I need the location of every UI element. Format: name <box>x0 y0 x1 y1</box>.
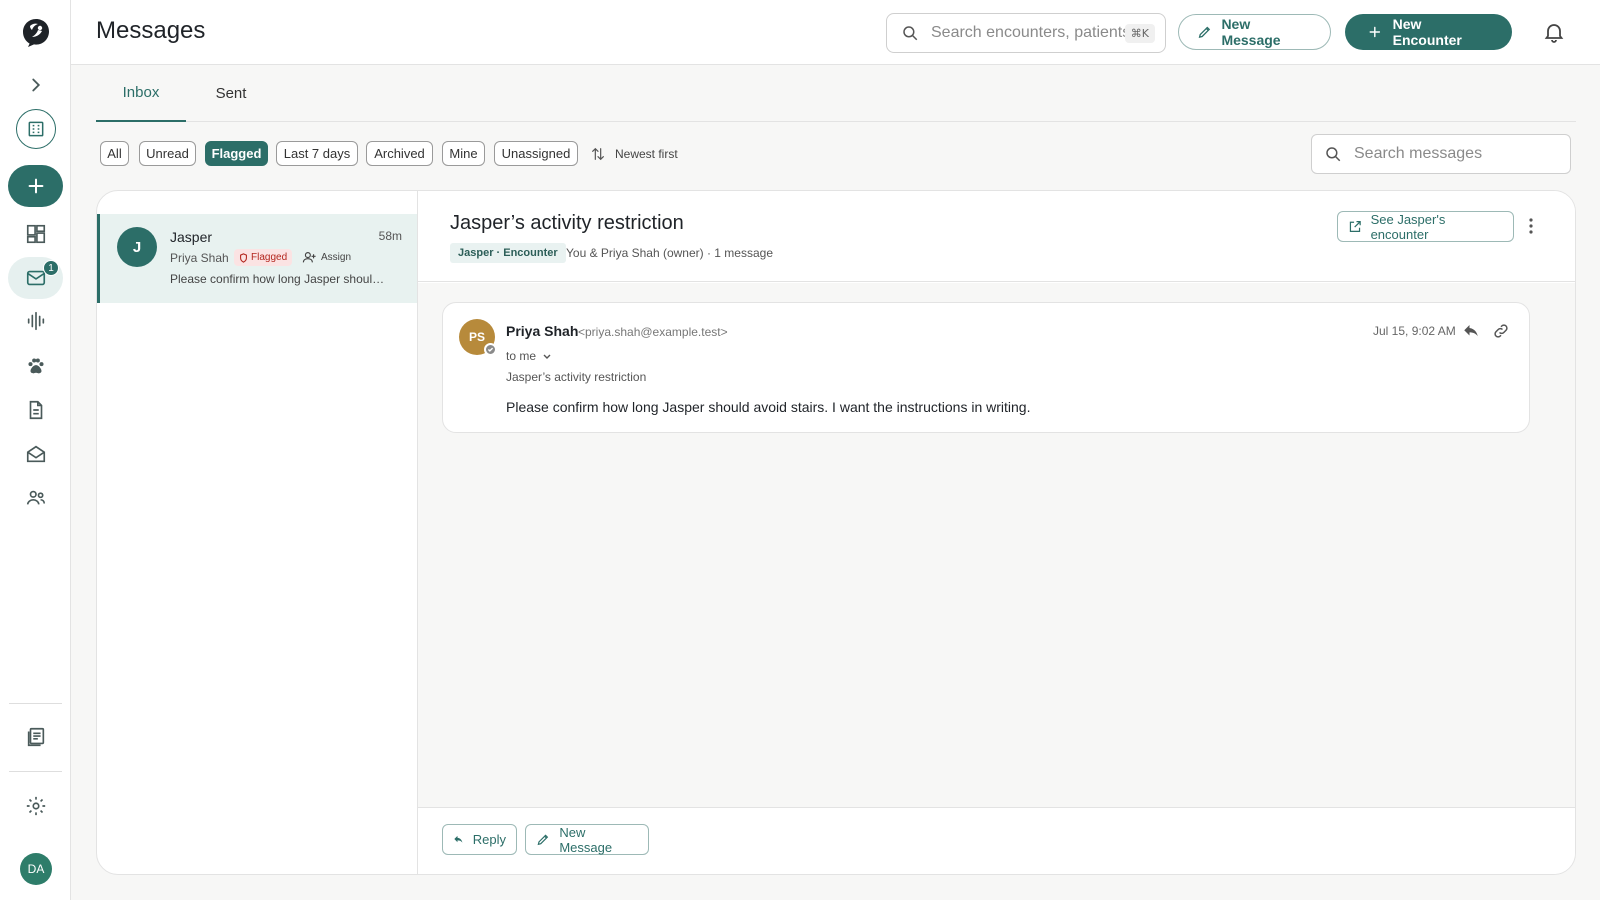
messages-panel: J Jasper 58m Priya Shah Flagged Assign P… <box>96 190 1576 875</box>
thread-meta: You & Priya Shah (owner) · 1 message <box>566 246 773 260</box>
conversation-preview: Please confirm how long Jasper should av… <box>170 272 390 286</box>
thread-body: PS Priya Shah <priya.shah@example.test> … <box>418 283 1575 807</box>
reply-button[interactable]: Reply <box>442 824 517 855</box>
sender-name: Priya Shah <box>506 323 579 339</box>
global-search[interactable]: ⌘K <box>886 13 1166 53</box>
shield-icon <box>240 252 247 263</box>
reply-icon[interactable] <box>1462 322 1480 340</box>
sidebar-divider <box>9 703 62 704</box>
new-encounter-button[interactable]: New Encounter <box>1345 14 1512 50</box>
plus-icon <box>1369 26 1381 38</box>
conversation-time: 58m <box>378 229 402 243</box>
new-message-button[interactable]: New Message <box>1178 14 1331 50</box>
new-encounter-label: New Encounter <box>1392 16 1462 48</box>
verified-icon <box>484 343 497 356</box>
filter-flagged[interactable]: Flagged <box>205 141 268 166</box>
clinic-icon <box>15 109 56 149</box>
quick-add-button[interactable] <box>8 165 63 207</box>
link-icon[interactable] <box>1492 322 1510 340</box>
search-icon <box>1326 147 1341 162</box>
assign-label: Assign <box>321 252 352 263</box>
sort-icon <box>592 147 604 161</box>
dashboard-icon[interactable] <box>8 213 63 255</box>
paw-icon[interactable] <box>8 345 63 387</box>
page-title: Messages <box>96 17 206 44</box>
filter-all[interactable]: All <box>100 141 129 166</box>
thread-title: Jasper’s activity restriction <box>450 212 684 234</box>
new-message-footer-label: New Message <box>559 824 613 855</box>
tab-inbox[interactable]: Inbox <box>96 65 186 122</box>
chevron-down-icon <box>543 354 551 359</box>
clinic-switcher[interactable] <box>8 108 63 150</box>
conversation-item[interactable]: J Jasper 58m Priya Shah Flagged Assign P… <box>97 214 417 303</box>
sort-toggle[interactable]: Newest first <box>590 144 678 164</box>
reply-label: Reply <box>472 832 506 847</box>
see-encounter-label: See Jasper's encounter <box>1370 211 1446 242</box>
thread-header: Jasper’s activity restriction Jasper · E… <box>418 191 1575 282</box>
sort-label: Newest first <box>615 147 678 161</box>
pencil-icon <box>1198 26 1211 39</box>
recipients-toggle[interactable]: to me <box>506 349 552 363</box>
search-shortcut: ⌘K <box>1124 23 1155 43</box>
thread-footer: Reply New Message <box>418 807 1575 874</box>
conversation-list: J Jasper 58m Priya Shah Flagged Assign P… <box>97 191 418 874</box>
search-icon <box>903 26 918 41</box>
message-search[interactable] <box>1311 134 1571 174</box>
filter-unassigned[interactable]: Unassigned <box>494 141 578 166</box>
tab-sent[interactable]: Sent <box>196 65 266 122</box>
top-header: Messages ⌘K New Message New Encounter <box>71 0 1600 65</box>
people-icon[interactable] <box>8 477 63 519</box>
message-search-input[interactable] <box>1354 145 1554 163</box>
sidebar-item-messages[interactable]: 1 <box>8 257 63 299</box>
filter-archived[interactable]: Archived <box>366 141 433 166</box>
pencil-icon <box>537 834 549 846</box>
gear-icon[interactable] <box>8 785 63 827</box>
filter-unread[interactable]: Unread <box>139 141 196 166</box>
message-card: PS Priya Shah <priya.shah@example.test> … <box>442 302 1530 433</box>
inbox-badge: 1 <box>43 260 59 276</box>
sender-email: <priya.shah@example.test> <box>578 325 728 339</box>
message-subject: Jasper’s activity restriction <box>506 370 647 384</box>
recipients-label: to me <box>506 349 537 363</box>
new-message-label: New Message <box>1221 16 1281 48</box>
conversation-avatar: J <box>117 227 157 267</box>
filter-last-7-days[interactable]: Last 7 days <box>276 141 358 166</box>
thread-detail: Jasper’s activity restriction Jasper · E… <box>418 191 1575 874</box>
sidebar: 1 DA <box>0 0 71 900</box>
more-options-icon[interactable] <box>1521 213 1541 239</box>
message-tabs: Inbox Sent <box>96 65 1576 122</box>
conversation-name: Jasper <box>170 229 213 245</box>
see-encounter-button[interactable]: See Jasper's encounter <box>1337 211 1514 242</box>
conversation-from: Priya Shah <box>170 251 229 265</box>
new-message-footer-button[interactable]: New Message <box>525 824 649 855</box>
sidebar-divider <box>9 771 62 772</box>
bell-icon[interactable] <box>1542 20 1566 44</box>
parrot-logo-icon[interactable] <box>8 12 63 54</box>
user-avatar[interactable]: DA <box>20 853 52 885</box>
mail-open-icon[interactable] <box>8 433 63 475</box>
audio-wave-icon[interactable] <box>8 300 63 342</box>
plus-icon <box>28 178 43 194</box>
flagged-label: Flagged <box>251 252 288 263</box>
filter-mine[interactable]: Mine <box>442 141 485 166</box>
message-body: Please confirm how long Jasper should av… <box>506 399 1031 415</box>
assign-button[interactable]: Assign <box>302 249 351 266</box>
message-date: Jul 15, 9:02 AM <box>1373 324 1456 338</box>
encounter-chip[interactable]: Jasper · Encounter <box>450 243 566 263</box>
external-link-icon <box>1349 221 1361 232</box>
reply-icon <box>454 835 463 843</box>
global-search-input[interactable] <box>931 24 1125 42</box>
document-icon[interactable] <box>8 389 63 431</box>
chevron-right-icon[interactable] <box>8 64 63 106</box>
add-person-icon <box>302 252 316 263</box>
notes-icon[interactable] <box>8 716 63 758</box>
flagged-badge: Flagged <box>234 249 293 266</box>
